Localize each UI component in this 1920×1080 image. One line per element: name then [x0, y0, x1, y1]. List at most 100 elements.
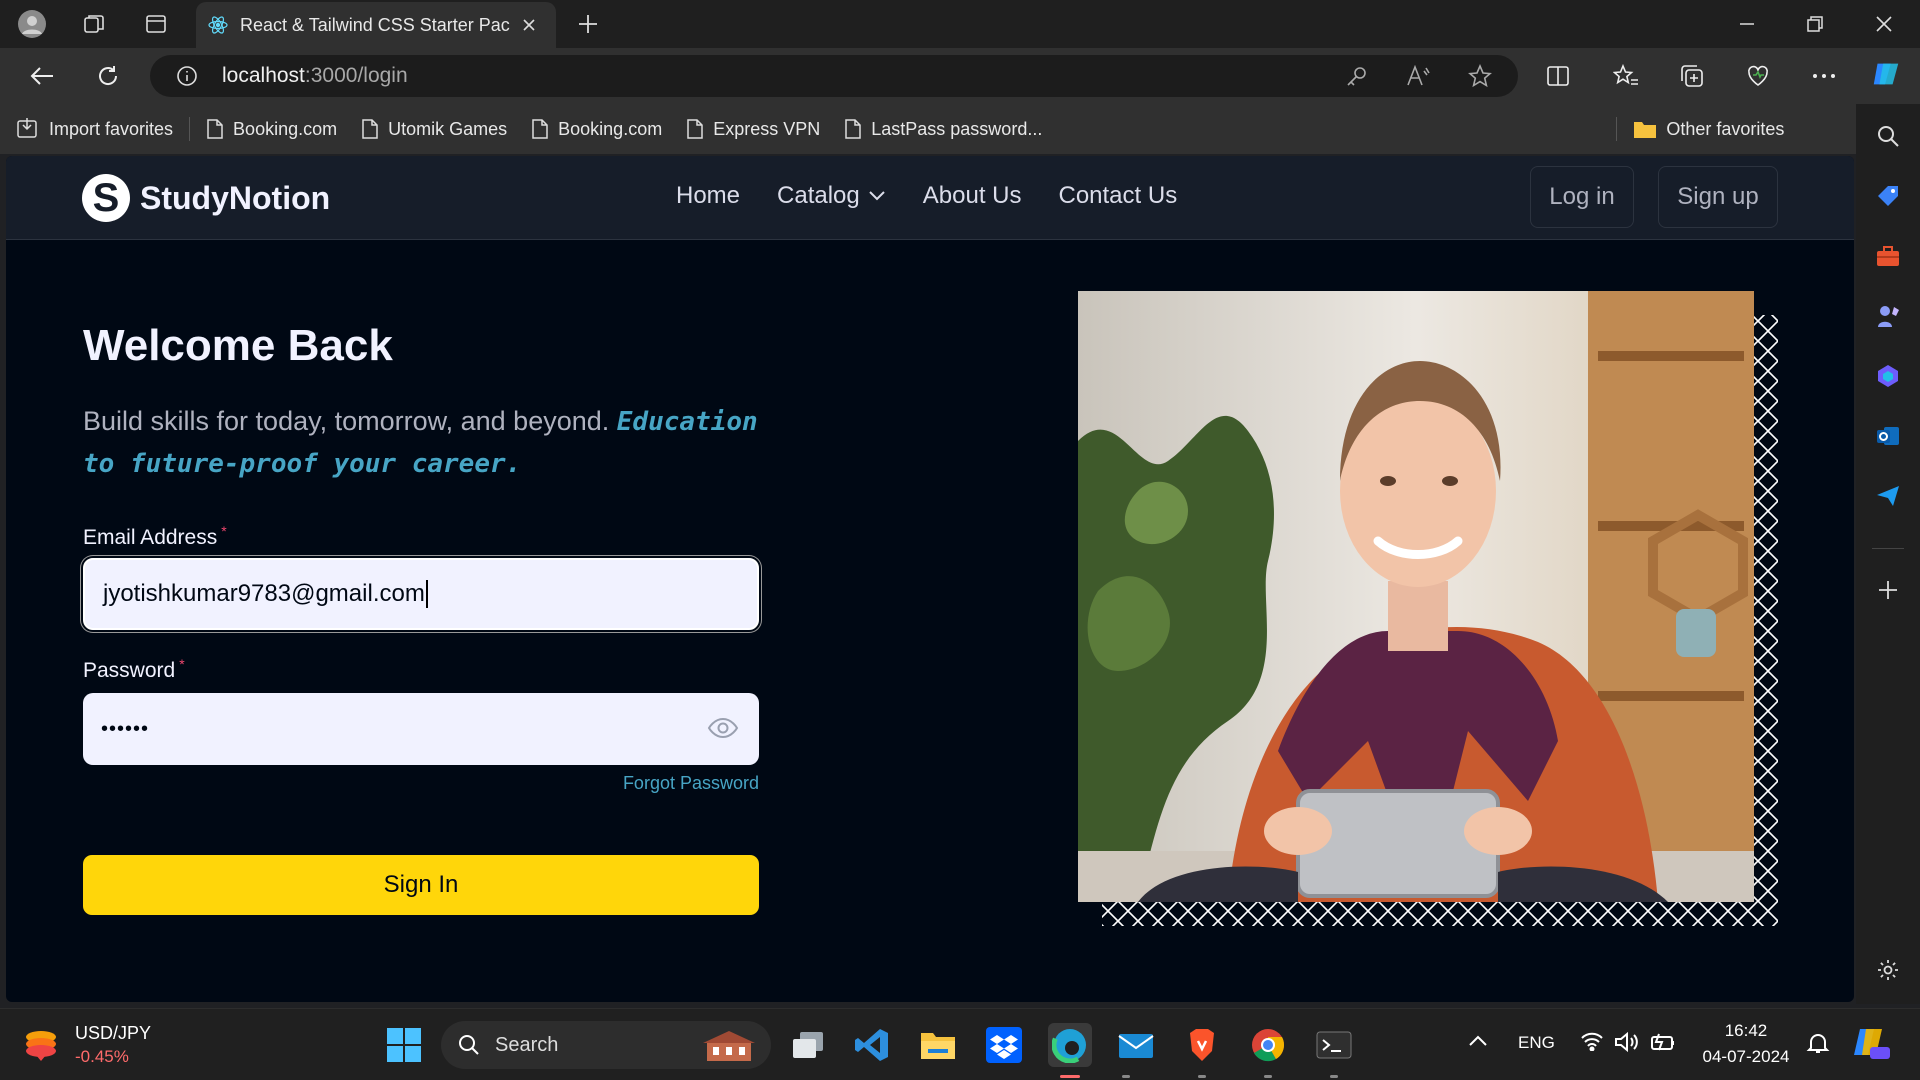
- search-placeholder: Search: [495, 1033, 559, 1056]
- favorite-utomik[interactable]: Utomik Games: [349, 118, 519, 140]
- chrome-icon[interactable]: [1246, 1023, 1290, 1067]
- hero-image-area: [1078, 291, 1778, 926]
- nav-contact[interactable]: Contact Us: [1058, 182, 1177, 210]
- show-hidden-icons-chevron-up-icon[interactable]: [1468, 1035, 1488, 1047]
- windows-start-icon[interactable]: [382, 1023, 426, 1067]
- required-mark: *: [179, 656, 185, 672]
- language-indicator[interactable]: ENG: [1518, 1033, 1555, 1053]
- nav-links: Home Catalog About Us Contact Us: [676, 182, 1177, 210]
- nav-catalog[interactable]: Catalog: [777, 182, 886, 210]
- favorite-booking-2[interactable]: Booking.com: [519, 118, 674, 140]
- outlook-icon[interactable]: [1872, 420, 1904, 452]
- favorites-icon[interactable]: [1610, 60, 1642, 92]
- tools-icon[interactable]: [1872, 240, 1904, 272]
- terminal-icon[interactable]: [1312, 1023, 1356, 1067]
- volume-icon[interactable]: [1614, 1031, 1640, 1053]
- close-window-icon[interactable]: [1868, 8, 1900, 40]
- edge-icon[interactable]: [1048, 1023, 1092, 1067]
- copilot-pre-icon[interactable]: [1850, 1023, 1890, 1063]
- url-field[interactable]: localhost:3000/login: [150, 55, 1518, 97]
- clock-time[interactable]: 16:42: [1700, 1021, 1792, 1041]
- logo-text: StudyNotion: [140, 179, 331, 216]
- url-host: localhost: [222, 64, 305, 87]
- import-favorites[interactable]: Import favorites: [0, 118, 185, 140]
- password-field[interactable]: ••••••: [83, 693, 759, 765]
- nav-home[interactable]: Home: [676, 182, 740, 210]
- more-options-icon[interactable]: [1808, 60, 1840, 92]
- folder-icon: [1634, 122, 1657, 138]
- page-icon: [362, 119, 378, 139]
- workspaces-icon[interactable]: [78, 8, 110, 40]
- favorite-express-vpn[interactable]: Express VPN: [674, 118, 832, 140]
- forgot-row: Forgot Password: [83, 765, 759, 801]
- favorites-separator: [1616, 117, 1618, 141]
- nav-about[interactable]: About Us: [923, 182, 1022, 210]
- back-icon[interactable]: [26, 60, 58, 92]
- frame-pattern: [1078, 291, 1778, 926]
- refresh-icon[interactable]: [92, 60, 124, 92]
- collections-icon[interactable]: [1676, 60, 1708, 92]
- forgot-password-link[interactable]: Forgot Password: [623, 773, 759, 794]
- site-info-icon[interactable]: [176, 65, 198, 87]
- running-app-indicator: [1264, 1075, 1272, 1078]
- brave-icon[interactable]: [1180, 1023, 1224, 1067]
- logo-mark: S: [82, 174, 130, 222]
- copilot-sidebar-icon[interactable]: [1872, 360, 1904, 392]
- add-icon[interactable]: [1872, 574, 1904, 606]
- react-icon: [208, 16, 228, 34]
- task-view-icon[interactable]: [786, 1023, 830, 1067]
- site-logo[interactable]: S StudyNotion: [82, 174, 330, 222]
- sign-in-button[interactable]: Sign In: [83, 855, 759, 915]
- send-icon[interactable]: [1872, 480, 1904, 512]
- page-title: Welcome Back: [83, 321, 393, 370]
- games-icon[interactable]: [1872, 300, 1904, 332]
- email-field[interactable]: jyotishkumar9783@gmail.com: [83, 558, 759, 630]
- vscode-icon[interactable]: [850, 1023, 894, 1067]
- taskbar-search[interactable]: Search: [441, 1021, 771, 1069]
- search-icon[interactable]: [1872, 120, 1904, 152]
- nav-catalog-label: Catalog: [777, 182, 860, 209]
- minimize-icon[interactable]: [1731, 8, 1763, 40]
- wifi-icon[interactable]: [1580, 1031, 1604, 1051]
- ticker-change: -0.45%: [75, 1047, 129, 1066]
- favorite-booking-1[interactable]: Booking.com: [194, 118, 349, 140]
- settings-gear-icon[interactable]: [1872, 954, 1904, 986]
- eye-icon[interactable]: [707, 716, 739, 740]
- ticker-symbol: USD/JPY: [75, 1023, 152, 1043]
- favorite-lastpass[interactable]: LastPass password...: [832, 118, 1054, 140]
- active-tab[interactable]: React & Tailwind CSS Starter Pack: [196, 2, 556, 48]
- signup-button[interactable]: Sign up: [1658, 166, 1778, 228]
- currency-widget-icon[interactable]: [22, 1025, 60, 1063]
- close-tab-icon[interactable]: [522, 18, 536, 32]
- required-mark: *: [221, 523, 227, 539]
- url-path: :3000/login: [304, 64, 408, 87]
- other-favorites[interactable]: Other favorites: [1621, 119, 1796, 140]
- shopping-tag-icon[interactable]: [1872, 180, 1904, 212]
- dropbox-icon[interactable]: [982, 1023, 1026, 1067]
- email-label: Email Address *: [83, 523, 227, 549]
- mail-icon[interactable]: [1114, 1023, 1158, 1067]
- running-app-indicator: [1198, 1075, 1206, 1078]
- browser-essentials-icon[interactable]: [1742, 60, 1774, 92]
- search-highlight-icon: [703, 1031, 755, 1061]
- clock-date[interactable]: 04-07-2024: [1700, 1047, 1792, 1067]
- restore-icon[interactable]: [1799, 8, 1831, 40]
- running-app-indicator: [1330, 1075, 1338, 1078]
- login-button[interactable]: Log in: [1530, 166, 1634, 228]
- tab-actions-icon[interactable]: [140, 8, 172, 40]
- login-form: Welcome Back Build skills for today, tom…: [83, 321, 759, 915]
- key-icon[interactable]: [1346, 65, 1368, 87]
- email-value: jyotishkumar9783@gmail.com: [103, 580, 425, 607]
- file-explorer-icon[interactable]: [916, 1023, 960, 1067]
- new-tab-icon[interactable]: [572, 8, 604, 40]
- battery-icon[interactable]: [1650, 1031, 1676, 1053]
- search-icon: [459, 1035, 479, 1055]
- copilot-icon[interactable]: [1870, 58, 1902, 90]
- read-aloud-icon[interactable]: [1406, 65, 1430, 87]
- favorite-star-icon[interactable]: [1468, 64, 1492, 88]
- profile-avatar-icon[interactable]: [16, 8, 48, 40]
- site-navbar: S StudyNotion Home Catalog About Us Cont…: [6, 156, 1854, 240]
- notification-bell-icon[interactable]: [1806, 1031, 1830, 1055]
- split-screen-icon[interactable]: [1542, 60, 1574, 92]
- address-toolbar: localhost:3000/login: [0, 48, 1920, 104]
